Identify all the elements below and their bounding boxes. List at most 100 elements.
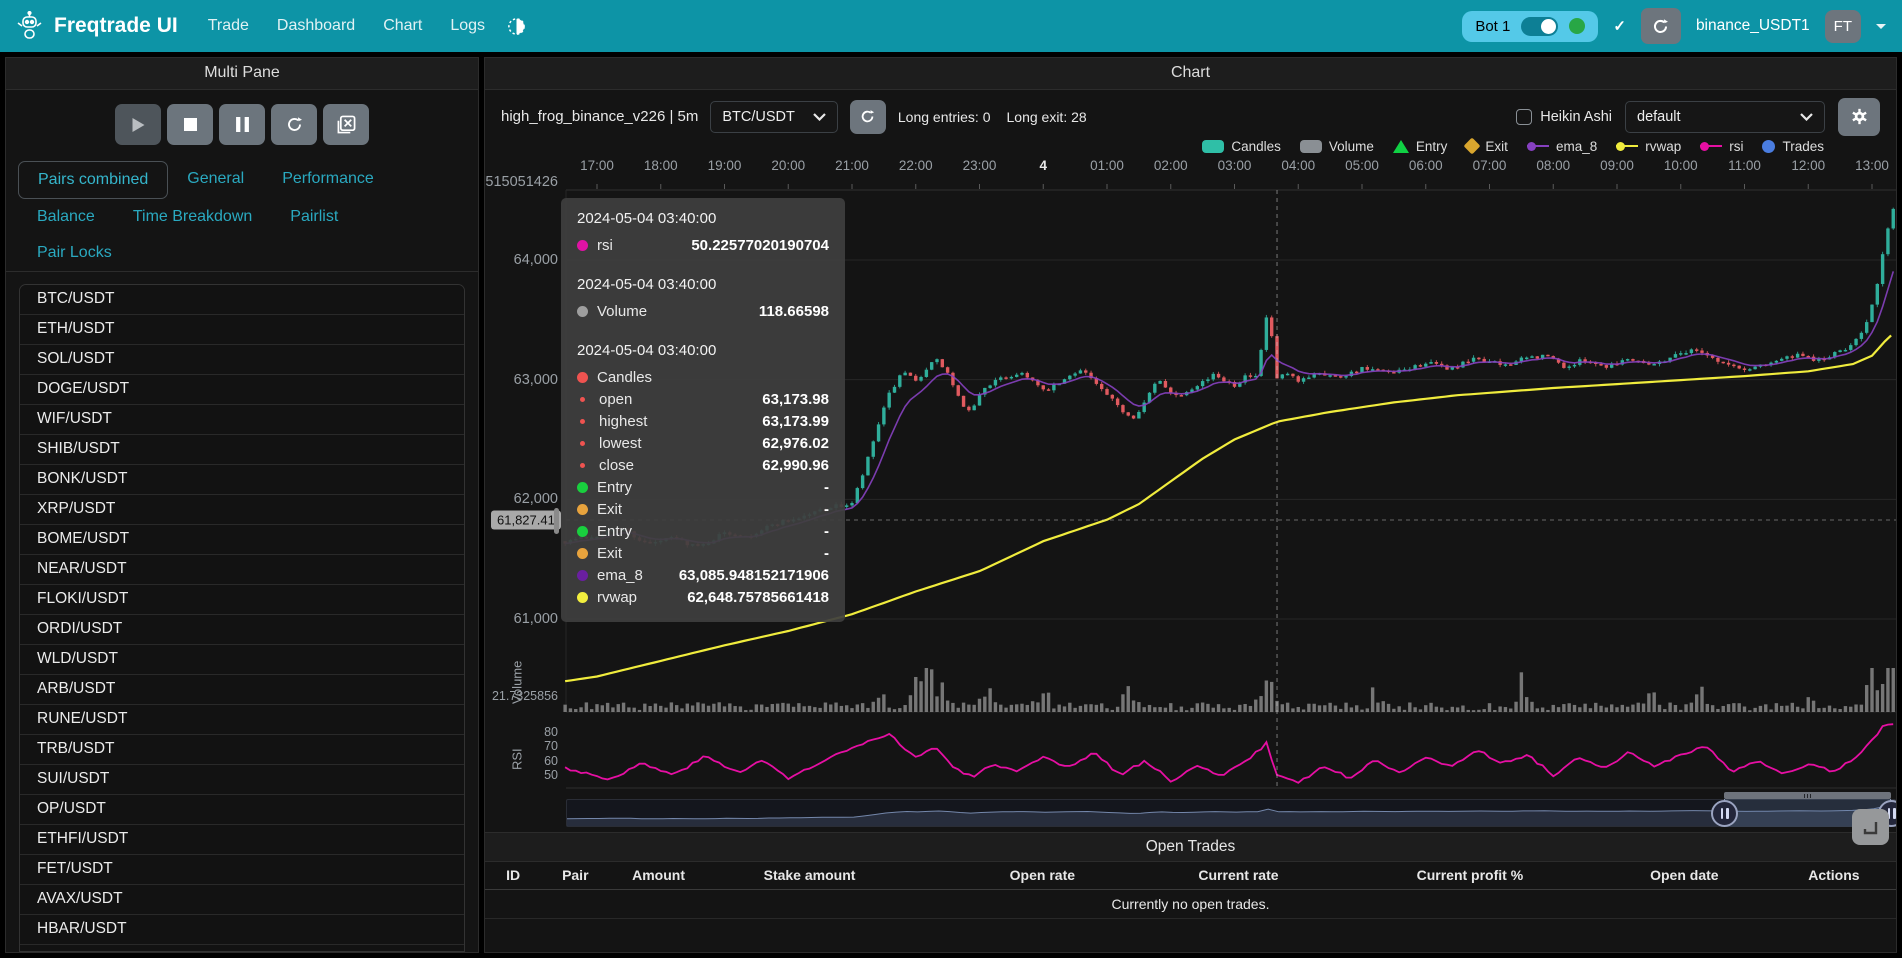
nav-link-logs[interactable]: Logs [450,17,485,35]
chart-panel: Chart high_frog_binance_v226 | 5m BTC/US… [484,57,1897,953]
legend-item-volume[interactable]: Volume [1300,139,1374,154]
resize-corner-button[interactable] [1852,809,1889,845]
pair-item[interactable]: SHIB/USDT [20,435,464,465]
nav-link-dashboard[interactable]: Dashboard [277,17,355,35]
avatar-caret-icon[interactable] [1876,24,1886,29]
tab-pair-locks[interactable]: Pair Locks [18,235,131,271]
legend-item-rvwap[interactable]: rvwap [1616,139,1681,154]
scrollbar-thumb[interactable] [554,508,559,534]
chart-reload-button[interactable] [850,100,886,134]
pair-item[interactable]: ETH/USDT [20,315,464,345]
pair-item[interactable]: SUI/USDT [20,765,464,795]
pair-item[interactable]: BOME/USDT [20,525,464,555]
legend-item-entry[interactable]: Entry [1393,139,1448,154]
reload-bot-button[interactable] [1641,8,1681,44]
pair-item[interactable]: HBAR/USDT [20,915,464,945]
open-trades-col-amount[interactable]: Amount [632,867,685,883]
open-trades-col-open-date[interactable]: Open date [1650,867,1718,883]
time-axis-label: 23:00 [963,158,997,173]
plot-config-select[interactable]: default [1625,101,1825,133]
legend-item-exit[interactable]: Exit [1466,139,1508,154]
bot-selector[interactable]: Bot 1 [1462,11,1598,42]
pair-item[interactable]: OP/USDT [20,795,464,825]
time-axis-label: 07:00 [1473,158,1507,173]
tooltip-row: close62,990.96 [577,454,829,476]
theme-toggle-icon[interactable] [507,17,526,36]
tooltip-row: highest63,173.99 [577,410,829,432]
pair-item[interactable]: XRP/USDT [20,495,464,525]
legend-item-trades[interactable]: Trades [1762,139,1824,154]
tooltip-row: Exit- [577,498,829,520]
open-trades-col-id[interactable]: ID [506,867,520,883]
pair-item[interactable]: FET/USDT [20,855,464,885]
pair-select[interactable]: BTC/USDT [710,101,838,133]
heikin-ashi-checkbox[interactable] [1516,109,1532,125]
tooltip-label: highest [599,413,647,430]
forced-exit-button[interactable] [323,104,369,145]
tooltip-value: 62,976.02 [762,435,829,452]
open-trades-col-open-rate[interactable]: Open rate [1010,867,1075,883]
current-price-tag: 61,827.41 [491,510,561,529]
legend-item-candles[interactable]: Candles [1202,139,1281,154]
pair-item[interactable]: RUNE/USDT [20,705,464,735]
pair-item[interactable]: FLOKI/USDT [20,585,464,615]
time-axis-label: 22:00 [899,158,933,173]
open-trades-col-current-rate[interactable]: Current rate [1198,867,1278,883]
pair-item[interactable]: DOGE/USDT [20,375,464,405]
pair-item[interactable]: BTC/USDT [20,285,464,315]
chart-reload-icon [860,109,875,124]
pair-item[interactable]: RNDR/USDT [20,945,464,952]
chart-settings-button[interactable] [1838,98,1880,136]
nav-link-trade[interactable]: Trade [208,17,249,35]
tooltip-label: lowest [599,435,642,452]
zoom-handle-left[interactable] [1711,800,1738,827]
legend-item-rsi[interactable]: rsi [1700,139,1743,154]
chart-controls: high_frog_binance_v226 | 5m BTC/USDT Lon… [485,90,1896,134]
open-trades-col-actions[interactable]: Actions [1808,867,1859,883]
tooltip-value: 50.22577020190704 [691,237,829,254]
pair-item[interactable]: AVAX/USDT [20,885,464,915]
tooltip-label: Candles [597,369,652,386]
tooltip-value: 118.66598 [759,303,829,320]
pair-item[interactable]: ETHFI/USDT [20,825,464,855]
data-zoom-grip[interactable] [1724,792,1891,799]
tooltip-row: rvwap62,648.75785661418 [577,586,829,608]
legend-label: ema_8 [1556,139,1597,154]
pair-item[interactable]: WLD/USDT [20,645,464,675]
open-trades-col-current-profit-pct[interactable]: Current profit % [1417,867,1524,883]
time-axis-label: 03:00 [1218,158,1252,173]
open-trades-col-pair[interactable]: Pair [562,867,588,883]
tab-balance[interactable]: Balance [18,199,114,235]
tab-pairs-combined[interactable]: Pairs combined [18,161,168,199]
user-avatar[interactable]: FT [1825,10,1861,43]
tab-performance[interactable]: Performance [263,161,393,199]
forced-exit-icon [337,115,356,134]
refresh-button[interactable] [271,104,317,145]
bot-control-buttons [6,90,478,157]
pair-item[interactable]: NEAR/USDT [20,555,464,585]
pair-item[interactable]: ARB/USDT [20,675,464,705]
tab-general[interactable]: General [168,161,263,199]
tab-time-breakdown[interactable]: Time Breakdown [114,199,271,235]
tab-pairlist[interactable]: Pairlist [271,199,357,235]
pair-item[interactable]: BONK/USDT [20,465,464,495]
time-axis-label: 18:00 [644,158,678,173]
stop-button[interactable] [167,104,213,145]
pause-button[interactable] [219,104,265,145]
tooltip-timestamp: 2024-05-04 03:40:00 [577,342,829,359]
nav-link-chart[interactable]: Chart [383,17,422,35]
pair-item[interactable]: TRB/USDT [20,735,464,765]
tooltip-row: Entry- [577,476,829,498]
pair-item[interactable]: ORDI/USDT [20,615,464,645]
time-axis-label: 05:00 [1345,158,1379,173]
navbar-brand[interactable]: Freqtrade UI [16,11,178,41]
pair-item[interactable]: WIF/USDT [20,405,464,435]
rsi-axis-tick: 80 [544,725,558,739]
data-zoom-slider[interactable] [566,799,1896,827]
open-trades-col-stake-amount[interactable]: Stake amount [764,867,856,883]
time-axis-label: 10:00 [1664,158,1698,173]
bot-toggle[interactable] [1521,17,1558,36]
pair-item[interactable]: SOL/USDT [20,345,464,375]
legend-item-ema_8[interactable]: ema_8 [1527,139,1597,154]
play-button[interactable] [115,104,161,145]
